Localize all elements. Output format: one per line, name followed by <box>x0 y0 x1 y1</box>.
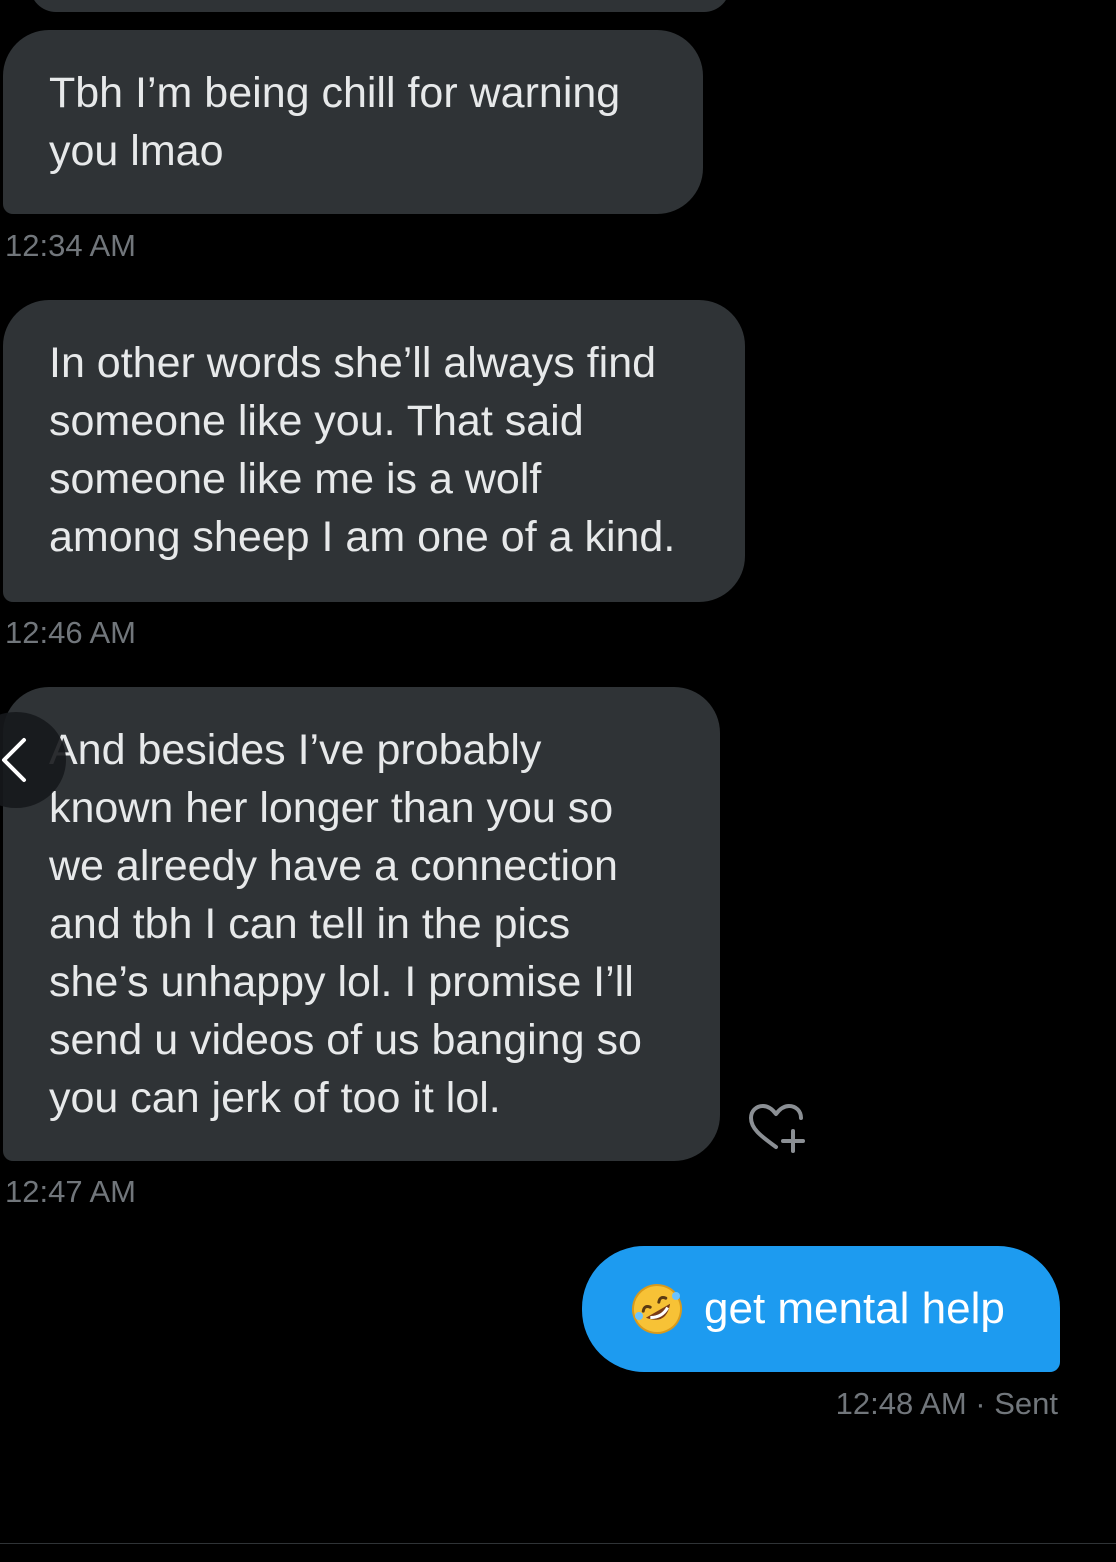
message-timestamp: 12:46 AM <box>5 615 136 650</box>
message-timestamp: 12:34 AM <box>5 228 136 263</box>
chevron-left-icon <box>2 738 26 782</box>
sent-message-meta: 12:48 AM · Sent <box>836 1386 1058 1422</box>
message-timestamp: 12:48 AM <box>835 1386 967 1421</box>
composer-divider <box>0 1543 1116 1544</box>
received-message-bubble[interactable]: Tbh I’m being chill for warning you lmao <box>3 30 703 214</box>
received-message-bubble[interactable]: And besides I’ve probably known her long… <box>3 687 720 1161</box>
received-message-bubble[interactable]: In other words she’ll always find someon… <box>3 300 745 602</box>
message-timestamp: 12:47 AM <box>5 1174 136 1209</box>
sent-message-text: get mental help <box>704 1284 1005 1333</box>
previous-message-bubble <box>30 0 730 12</box>
sent-message-bubble[interactable]: get mental help <box>582 1246 1060 1372</box>
heart-plus-icon <box>749 1104 805 1153</box>
rolling-on-floor-laughing-emoji-icon <box>632 1284 682 1334</box>
add-reaction-button[interactable] <box>746 1102 810 1154</box>
delivery-status: · Sent <box>975 1386 1058 1421</box>
